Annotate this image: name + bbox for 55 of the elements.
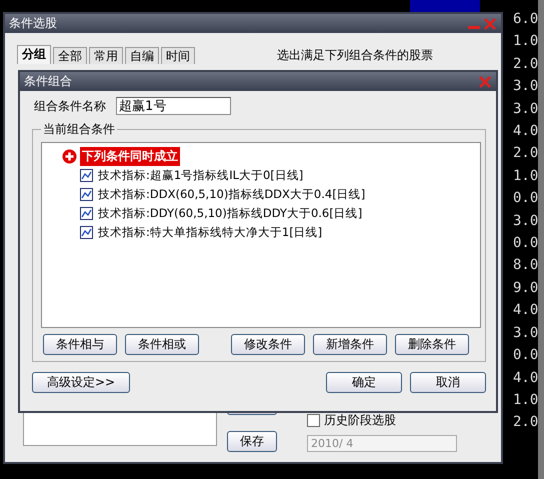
tab[interactable]: 全部 — [53, 47, 87, 64]
name-field[interactable]: 超赢1号 — [116, 97, 231, 115]
price-label: 4.0 — [512, 368, 538, 388]
price-label: 9.0 — [512, 278, 538, 298]
condition-tree[interactable]: 下列条件同时成立 技术指标:超赢1号指标线IL大于0[日线] 技术指标:DDX(60,5,10)指标线DDX大于0.4[日线] 技术指标:DDY(60,5,10)指标线DDY大于0.6[日线] 技术指标:特大单指标线特大净大于1[日线] — [41, 142, 481, 328]
dialog-title: 条件组合 — [24, 73, 72, 90]
tab[interactable]: 分组 — [17, 45, 51, 64]
tree-item[interactable]: 技术指标:特大单指标线特大净大于1[日线] — [96, 225, 324, 240]
advanced-button[interactable]: 高级设定>> — [32, 372, 130, 393]
price-label: 2.0 — [512, 54, 538, 74]
chart-header-bar — [410, 0, 480, 12]
tab[interactable]: 时间 — [161, 47, 195, 64]
close-icon[interactable] — [478, 74, 492, 88]
chart-icon — [80, 188, 93, 201]
price-label: 4.0 — [512, 122, 538, 142]
price-label: 1.0 — [512, 166, 538, 186]
price-label: 0.0 — [512, 346, 538, 366]
price-label: 1.0 — [512, 390, 538, 410]
price-label: 1.0 — [512, 32, 538, 52]
field-label: 组合条件名称 — [34, 98, 106, 114]
price-label: 2.0 — [512, 144, 538, 164]
window-title: 条件选股 — [9, 15, 57, 32]
price-label: 6.0 — [512, 10, 538, 29]
condition-button[interactable]: 条件相或 — [125, 334, 199, 355]
tree-item[interactable]: 技术指标:超赢1号指标线IL大于0[日线] — [96, 168, 306, 183]
price-label: 0.0 — [512, 189, 538, 208]
tree-item[interactable]: 技术指标:DDX(60,5,10)指标线DDX大于0.4[日线] — [96, 187, 368, 202]
condition-button[interactable]: 删除条件 — [395, 334, 469, 355]
tree-item[interactable]: 下列条件同时成立 — [80, 147, 180, 166]
price-label: 2.0 — [512, 413, 538, 432]
price-label: 3.0 — [512, 324, 538, 343]
dialog-button[interactable]: 确定 — [326, 372, 402, 393]
price-label: 8.0 — [512, 256, 538, 276]
price-label: 0.0 — [512, 234, 538, 254]
price-label: 3.0 — [512, 100, 538, 119]
save-button[interactable]: 保存 — [227, 431, 277, 452]
close-icon[interactable] — [483, 16, 497, 30]
price-label: 4.0 — [512, 301, 538, 320]
plus-circle-icon — [62, 149, 77, 164]
chart-icon — [80, 226, 93, 239]
dialog-button[interactable]: 取消 — [410, 372, 486, 393]
condition-button[interactable]: 新增条件 — [313, 334, 387, 355]
hint-text: 选出满足下列组合条件的股票 — [277, 48, 433, 64]
price-label: 3.0 — [512, 212, 538, 231]
tab[interactable]: 自编 — [125, 47, 159, 64]
chart-icon — [80, 207, 93, 220]
condition-button[interactable]: 修改条件 — [231, 334, 305, 355]
chart-icon — [80, 169, 93, 182]
tree-item[interactable]: 技术指标:DDY(60,5,10)指标线DDY大于0.6[日线] — [96, 206, 364, 221]
checkbox-label: 历史阶段选股 — [324, 412, 396, 429]
tab[interactable]: 常用 — [89, 47, 123, 64]
history-checkbox[interactable] — [307, 414, 320, 427]
condition-button[interactable]: 条件相与 — [43, 334, 117, 355]
group-title: 当前组合条件 — [42, 121, 116, 138]
price-label: 3.0 — [512, 77, 538, 96]
